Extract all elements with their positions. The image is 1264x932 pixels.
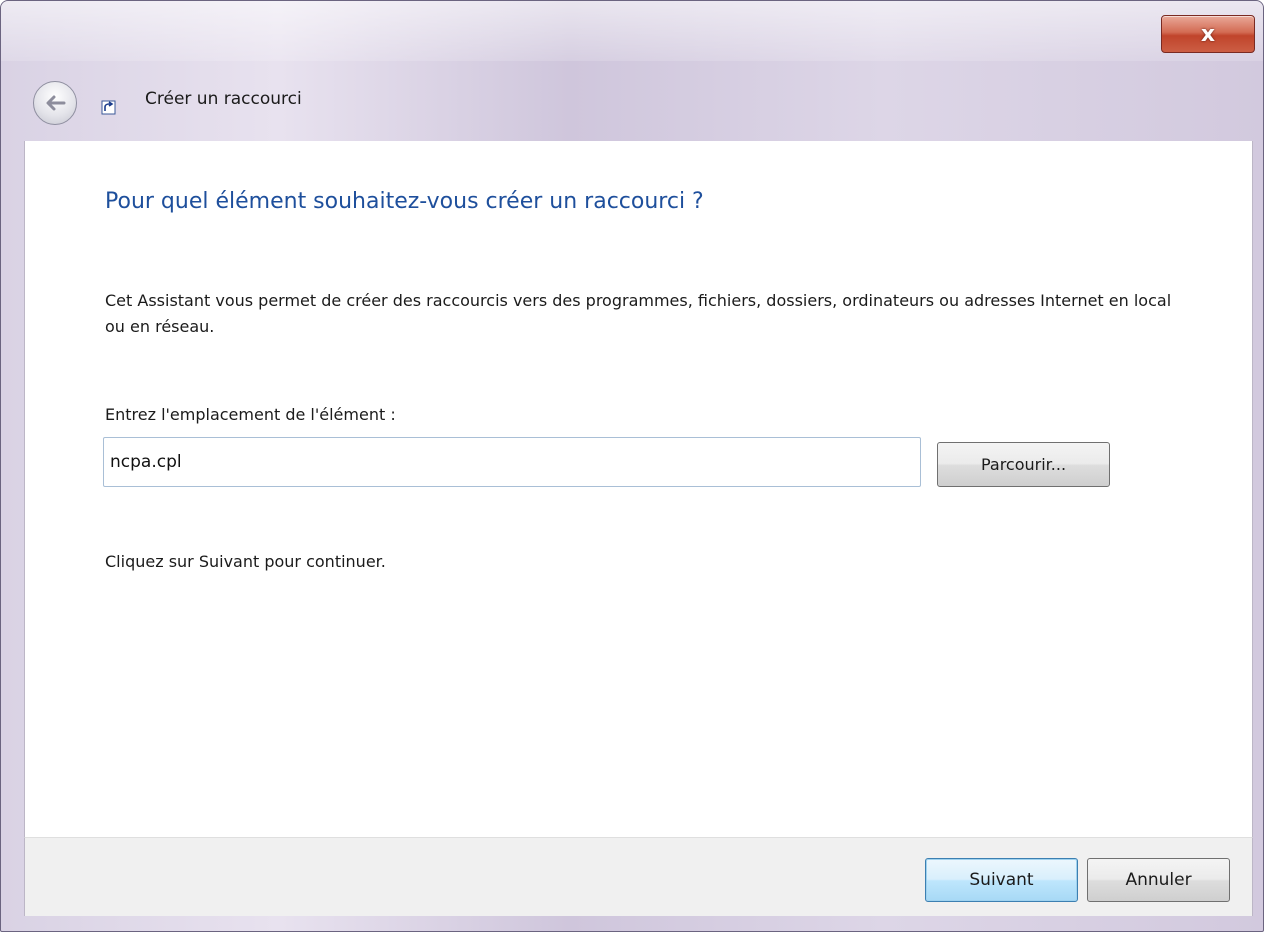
create-shortcut-window: x Créer un raccourci Pour quel élément s… — [0, 0, 1264, 932]
shortcut-icon — [101, 100, 116, 115]
close-button[interactable]: x — [1161, 15, 1255, 53]
wizard-content: Pour quel élément souhaitez-vous créer u… — [24, 141, 1253, 837]
next-button[interactable]: Suivant — [925, 858, 1078, 902]
back-arrow-icon — [46, 95, 66, 111]
browse-button[interactable]: Parcourir... — [937, 442, 1110, 487]
cancel-button[interactable]: Annuler — [1087, 858, 1230, 902]
location-label: Entrez l'emplacement de l'élément : — [105, 405, 396, 424]
close-icon: x — [1200, 21, 1216, 47]
continue-text: Cliquez sur Suivant pour continuer. — [105, 552, 386, 571]
wizard-footer: Suivant Annuler — [24, 837, 1253, 916]
intro-text: Cet Assistant vous permet de créer des r… — [105, 291, 1172, 336]
back-button[interactable] — [33, 81, 77, 125]
page-title: Pour quel élément souhaitez-vous créer u… — [105, 189, 704, 214]
location-input[interactable] — [103, 437, 921, 487]
window-title: Créer un raccourci — [145, 89, 302, 109]
